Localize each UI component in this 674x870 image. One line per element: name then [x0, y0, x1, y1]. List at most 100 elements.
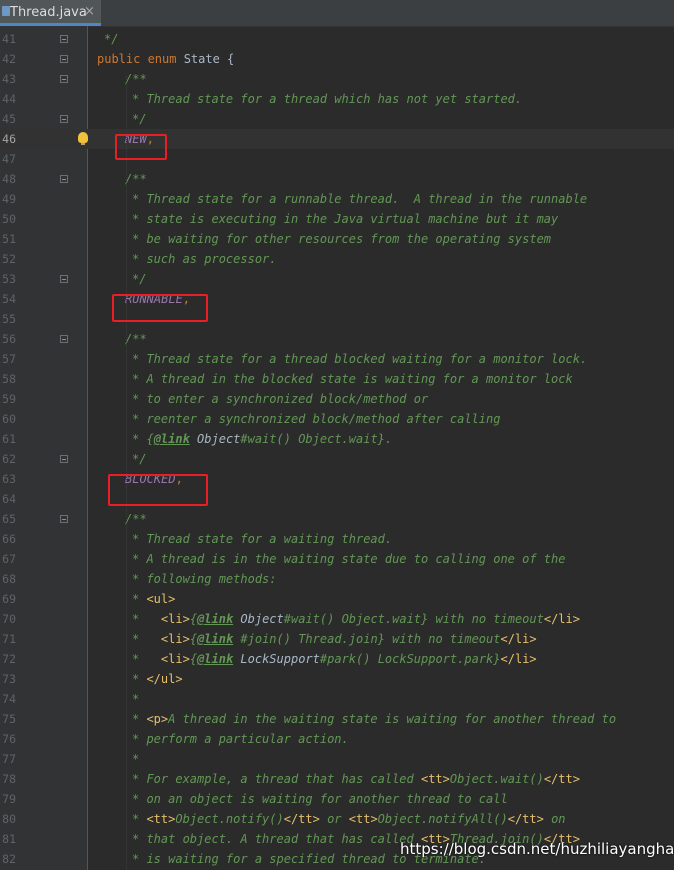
close-icon[interactable]: ×: [84, 4, 95, 19]
code-token: {: [189, 612, 198, 626]
code-text: * be waiting for other resources from th…: [132, 229, 551, 249]
code-token: *: [132, 692, 140, 706]
code-line[interactable]: 71 * <li>{@link #join() Thread.join} with…: [0, 629, 674, 649]
code-line[interactable]: 63 BLOCKED,: [0, 469, 674, 489]
code-token: *: [132, 752, 140, 766]
code-token: #park() LockSupport.park}: [319, 652, 501, 666]
line-number: 80: [2, 812, 16, 826]
code-token: @link: [197, 632, 234, 646]
fold-marker-icon[interactable]: [60, 455, 68, 463]
code-token: </li>: [500, 632, 537, 646]
line-number: 57: [2, 352, 16, 366]
code-line[interactable]: 58 * A thread in the blocked state is wai…: [0, 369, 674, 389]
code-line[interactable]: 60 * reenter a synchronized block/method …: [0, 409, 674, 429]
fold-marker-icon[interactable]: [60, 75, 68, 83]
code-editor[interactable]: 40* @see #getState41*/42public enum Stat…: [0, 26, 674, 870]
code-token: Object: [197, 432, 241, 446]
code-text: *: [132, 689, 139, 709]
code-text: */: [132, 449, 146, 469]
code-line[interactable]: 57 * Thread state for a thread blocked wa…: [0, 349, 674, 369]
line-number: 63: [2, 472, 16, 486]
code-line[interactable]: 62 */: [0, 449, 674, 469]
code-line[interactable]: 65 /**: [0, 509, 674, 529]
code-line[interactable]: 41 */: [0, 29, 674, 49]
fold-marker-icon[interactable]: [60, 115, 68, 123]
code-line[interactable]: 55: [0, 309, 674, 329]
code-line[interactable]: 64: [0, 489, 674, 509]
code-text: * following methods:: [132, 569, 277, 589]
tab-thread-java[interactable]: Thread.java ×: [0, 0, 101, 26]
code-line[interactable]: 47: [0, 149, 674, 169]
code-token: * reenter a synchronized block/method af…: [132, 412, 501, 426]
code-line[interactable]: 77 *: [0, 749, 674, 769]
code-line[interactable]: 66 * Thread state for a waiting thread.: [0, 529, 674, 549]
code-text: * <li>{@link LockSupport#park() LockSupp…: [132, 649, 537, 669]
code-token: {: [189, 632, 198, 646]
line-number: 41: [2, 32, 16, 46]
fold-marker-icon[interactable]: [60, 175, 68, 183]
code-token: Object: [240, 612, 284, 626]
fold-marker-icon[interactable]: [60, 275, 68, 283]
watermark: https://blog.csdn.net/huzhiliayanghao: [400, 840, 674, 858]
code-token: @link: [153, 432, 190, 446]
code-token: <tt>: [420, 772, 450, 786]
code-line[interactable]: 51 * be waiting for other resources from …: [0, 229, 674, 249]
code-token: </tt>: [283, 812, 320, 826]
code-line[interactable]: 75 * <p>A thread in the waiting state is …: [0, 709, 674, 729]
code-line[interactable]: 52 * such as processor.: [0, 249, 674, 269]
code-line[interactable]: 61 * {@link Object#wait() Object.wait}.: [0, 429, 674, 449]
code-token: *: [132, 612, 161, 626]
code-token: */: [132, 272, 147, 286]
code-line[interactable]: 70 * <li>{@link Object#wait() Object.wait…: [0, 609, 674, 629]
code-line[interactable]: 42 public enum State {: [0, 49, 674, 69]
code-line[interactable]: 44 * Thread state for a thread which has …: [0, 89, 674, 109]
code-token: LockSupport: [240, 652, 320, 666]
code-token: * perform a particular action.: [132, 732, 349, 746]
code-token: public enum: [97, 52, 184, 66]
code-token: </li>: [500, 652, 537, 666]
code-text: * such as processor.: [132, 249, 277, 269]
code-line[interactable]: 67 * A thread is in the waiting state due…: [0, 549, 674, 569]
code-line[interactable]: 68 * following methods:: [0, 569, 674, 589]
line-number: 78: [2, 772, 16, 786]
code-line[interactable]: 74 *: [0, 689, 674, 709]
code-token: @link: [197, 652, 234, 666]
fold-marker-icon[interactable]: [60, 335, 68, 343]
line-number: 48: [2, 172, 16, 186]
code-text: /**: [125, 329, 147, 349]
tab-label: Thread.java: [10, 5, 87, 20]
lightbulb-icon[interactable]: [78, 132, 88, 145]
line-number: 81: [2, 832, 16, 846]
code-token: </ul>: [146, 672, 183, 686]
code-line[interactable]: 50 * state is executing in the Java virtu…: [0, 209, 674, 229]
code-line[interactable]: 59 * to enter a synchronized block/method…: [0, 389, 674, 409]
code-line[interactable]: 56 /**: [0, 329, 674, 349]
fold-marker-icon[interactable]: [60, 35, 68, 43]
indent-guide: [126, 76, 128, 870]
line-number: 69: [2, 592, 16, 606]
java-file-icon: [2, 6, 10, 16]
code-line[interactable]: 73 * </ul>: [0, 669, 674, 689]
code-token: * {: [132, 432, 154, 446]
code-line[interactable]: 54 RUNNABLE,: [0, 289, 674, 309]
code-line[interactable]: 46 NEW,: [0, 129, 674, 149]
code-line[interactable]: 72 * <li>{@link LockSupport#park() LockSu…: [0, 649, 674, 669]
code-token: * Thread state for a thread blocked wait…: [132, 352, 588, 366]
line-number: 42: [2, 52, 16, 66]
fold-marker-icon[interactable]: [60, 515, 68, 523]
code-line[interactable]: 53 */: [0, 269, 674, 289]
code-line[interactable]: 79 * on an object is waiting for another …: [0, 789, 674, 809]
code-line[interactable]: 80 * <tt>Object.notify()</tt> or <tt>Obje…: [0, 809, 674, 829]
fold-marker-icon[interactable]: [60, 55, 68, 63]
code-text: * to enter a synchronized block/method o…: [132, 389, 428, 409]
code-line[interactable]: 69 * <ul>: [0, 589, 674, 609]
code-line[interactable]: 45 */: [0, 109, 674, 129]
code-line[interactable]: 48 /**: [0, 169, 674, 189]
code-line[interactable]: 78 * For example, a thread that has calle…: [0, 769, 674, 789]
code-line[interactable]: 49 * Thread state for a runnable thread. …: [0, 189, 674, 209]
code-line[interactable]: 76 * perform a particular action.: [0, 729, 674, 749]
code-line[interactable]: 43 /**: [0, 69, 674, 89]
code-token: {: [189, 652, 198, 666]
code-token: */: [132, 112, 147, 126]
line-number: 59: [2, 392, 16, 406]
